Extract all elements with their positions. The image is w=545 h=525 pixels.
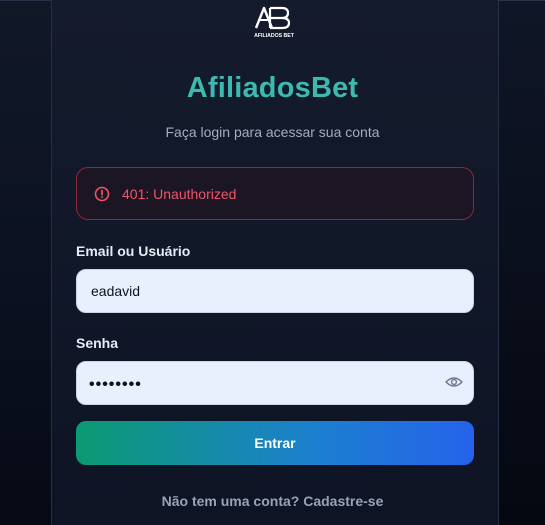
password-label: Senha (76, 335, 119, 351)
password-input[interactable] (76, 361, 474, 405)
brand-title: AfiliadosBet (186, 72, 359, 104)
login-subtitle: Faça login para acessar sua conta (165, 124, 380, 140)
error-alert: 401: Unauthorized (76, 167, 474, 220)
eye-icon[interactable] (445, 375, 463, 389)
signup-link[interactable]: Não tem uma conta? Cadastre-se (0, 493, 545, 509)
username-input[interactable] (76, 269, 474, 313)
logo-wordmark: AFILIADOS BET (254, 33, 295, 39)
alert-circle-icon (94, 186, 110, 201)
error-message: 401: Unauthorized (122, 185, 237, 202)
username-label: Email ou Usuário (76, 243, 191, 259)
login-button[interactable]: Entrar (76, 421, 474, 465)
afiliadosbet-logo-icon: AFILIADOS BET (254, 6, 295, 39)
